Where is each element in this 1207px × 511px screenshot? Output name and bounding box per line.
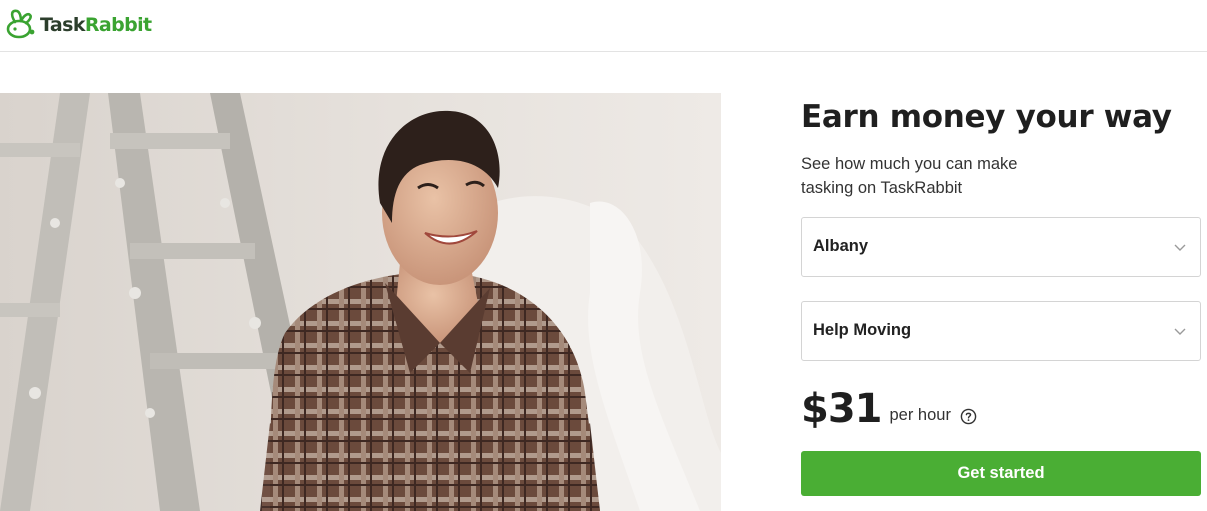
subtitle: See how much you can make tasking on Tas… <box>801 152 1061 200</box>
price-row: $31 per hour <box>801 383 1201 431</box>
subtitle-line-2: tasking on TaskRabbit <box>801 179 963 197</box>
rabbit-logo-icon <box>6 9 35 39</box>
city-select-value: Albany <box>813 237 869 255</box>
question-circle-icon[interactable] <box>960 408 977 425</box>
hero-photo <box>0 93 721 511</box>
subtitle-line-1: See how much you can make <box>801 155 1018 173</box>
logo-text: TaskRabbit <box>40 13 152 36</box>
chevron-down-icon <box>1174 244 1186 251</box>
city-select[interactable]: Albany <box>801 217 1201 277</box>
page-title: Earn money your way <box>801 99 1172 135</box>
category-select[interactable]: Help Moving <box>801 301 1201 361</box>
taskrabbit-logo[interactable]: TaskRabbit <box>2 8 152 40</box>
hourly-price: $31 <box>801 386 882 432</box>
chevron-down-icon <box>1174 328 1186 335</box>
category-select-value: Help Moving <box>813 321 912 339</box>
get-started-button[interactable]: Get started <box>801 451 1201 496</box>
earnings-panel: Earn money your way See how much you can… <box>801 93 1201 496</box>
price-unit: per hour <box>889 406 951 424</box>
woman-smiling-beside-ladder-photo <box>0 93 721 511</box>
top-bar: TaskRabbit <box>0 0 1207 52</box>
